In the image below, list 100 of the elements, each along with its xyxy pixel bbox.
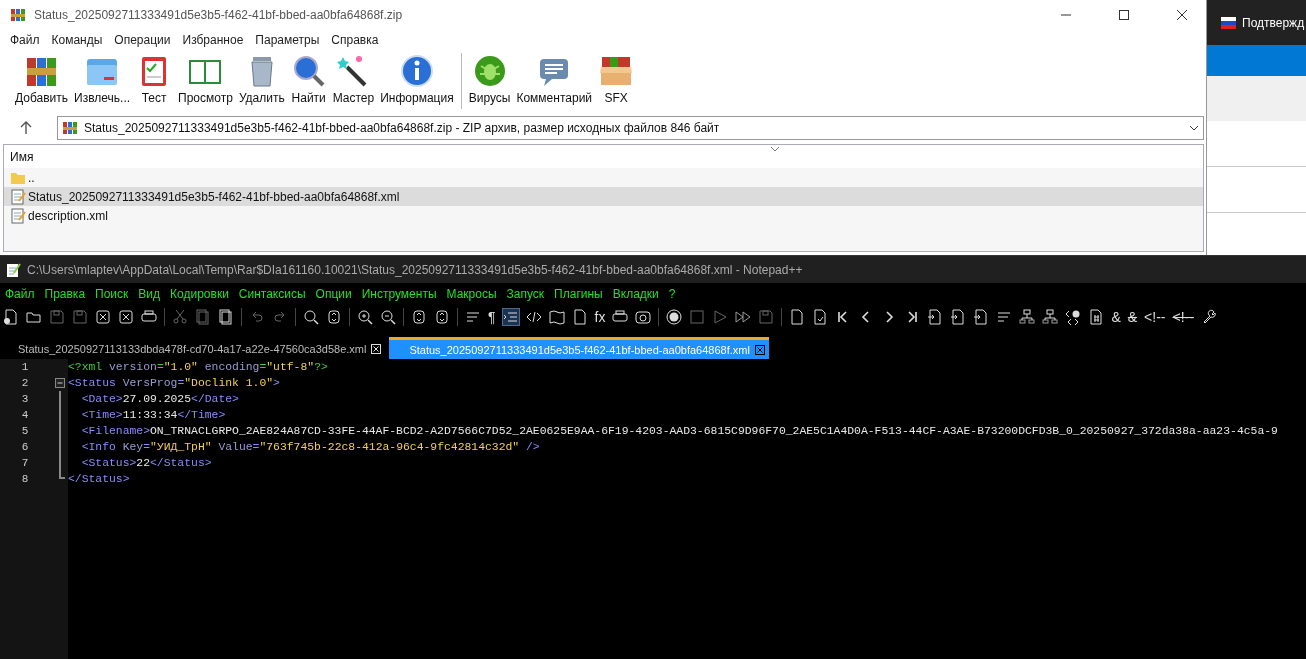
sort-chevron-icon	[770, 146, 780, 152]
menu-item[interactable]: Кодировки	[166, 287, 235, 301]
toolbar-button[interactable]: &	[1111, 309, 1121, 325]
up-arrow-icon[interactable]	[20, 121, 32, 135]
toolbar-button[interactable]: Комментарий	[513, 53, 596, 105]
menu-item[interactable]: Правка	[40, 287, 92, 301]
menu-item[interactable]: Запуск	[502, 287, 551, 301]
menu-item[interactable]: Поиск	[91, 287, 135, 301]
menu-item[interactable]: Избранное	[176, 33, 250, 47]
menu-item[interactable]: Справка	[325, 33, 385, 47]
line-number: 1	[20, 361, 30, 373]
tree-icon[interactable]	[1042, 309, 1059, 325]
close-icon[interactable]	[754, 344, 765, 355]
notepad-icon	[5, 261, 21, 278]
line-number: 6	[20, 441, 30, 453]
menu-item[interactable]: Опции	[311, 287, 358, 301]
monitor-icon[interactable]	[612, 309, 629, 325]
menu-item[interactable]: Операции	[108, 33, 177, 47]
archive-icon	[10, 7, 26, 23]
toolbar-button[interactable]: Информация	[377, 53, 457, 105]
zoom-in-icon[interactable]	[357, 309, 373, 325]
code-icon[interactable]	[525, 309, 542, 325]
paste-icon[interactable]	[218, 309, 234, 325]
zoom-out-icon[interactable]	[380, 309, 396, 325]
file-row[interactable]: Status_2025092711333491d5e3b5-f462-41bf-bbed-aa0bfa64868f.xml	[4, 187, 1203, 206]
open-folder-icon[interactable]	[26, 309, 42, 325]
doc-hash-icon[interactable]	[1088, 309, 1105, 325]
menu-item[interactable]: Макросы	[442, 287, 503, 301]
new-file-icon[interactable]	[3, 309, 19, 325]
code-line: <Info Key="УИД_ТрН" Value="763f745b-22c8-412a-96c4-9fc42814c32d" />	[80, 440, 540, 455]
toolbar-button[interactable]: Удалить	[235, 53, 288, 105]
menu-item[interactable]: Инструменты	[357, 287, 443, 301]
menu-item[interactable]: Параметры	[249, 33, 326, 47]
print-icon[interactable]	[141, 309, 157, 325]
line-number: 2	[20, 377, 30, 389]
code-line: <Filename>ON_TRNACLGRPO_2AE824A87CD-33FE-44AF-BCD2-A2D7566C7D52_2AE0625E9AA-6F19-4203-AAD3-6815C9D96F70_2AE5C1A4D0A-F513-44CF-A3AE-B73200DCFD3B_0_20250927_372da38a-aa23-4c5a-9	[80, 424, 1278, 439]
line-number: 8	[20, 473, 30, 485]
toolbar-button[interactable]: Добавить	[12, 53, 72, 105]
camera-icon[interactable]	[635, 309, 652, 325]
gear-code-icon[interactable]	[1065, 309, 1082, 325]
window-title: Status_2025092711333491d5e3b5-f462-41bf-bbed-aa0bfa64868f.zip	[34, 8, 403, 22]
toolbar-button[interactable]: Тест	[133, 53, 176, 105]
code-line: <Status>22</Status>	[80, 456, 212, 471]
toolbar-button[interactable]: <!--	[1172, 309, 1194, 325]
menu-item[interactable]: Файл	[4, 33, 46, 47]
document-pencil-icon	[10, 188, 26, 205]
close-all-icon[interactable]	[118, 309, 134, 325]
fold-minus-icon[interactable]	[55, 378, 65, 388]
import-icon[interactable]	[973, 309, 990, 325]
doc-icon[interactable]	[789, 309, 806, 325]
search-icon[interactable]	[303, 309, 319, 325]
menu-item[interactable]: Плагины	[550, 287, 609, 301]
toolbar-button[interactable]: Извлечь...	[71, 53, 134, 105]
menu-item[interactable]: Синтаксисы	[234, 287, 312, 301]
toolbar-button[interactable]: Найти	[287, 53, 330, 105]
import-icon[interactable]	[927, 309, 944, 325]
editor-tab[interactable]: Status_20250927113133dbda478f-cd70-4a17-a22e-47560ca3d58e.xml	[8, 339, 386, 359]
path-dropdown[interactable]: Status_2025092711333491d5e3b5-f462-41bf-bbed-aa0bfa64868f.zip - ZIP архив, размер исходных файлов 846 байт	[57, 116, 1204, 140]
toolbar-button[interactable]: Мастер	[329, 53, 378, 105]
code-line: </Status>	[68, 472, 130, 487]
list-icon[interactable]	[996, 309, 1013, 325]
documents-icon[interactable]	[571, 309, 588, 325]
replace-icon[interactable]	[326, 309, 342, 325]
toolbar-button[interactable]: Просмотр	[175, 53, 236, 105]
line-number: 7	[20, 457, 30, 469]
menu-item[interactable]: Вкладки	[608, 287, 665, 301]
menu-item[interactable]: ?	[664, 287, 682, 301]
app-label: Подтвержд	[1242, 15, 1305, 30]
menu-item[interactable]: Команды	[45, 33, 109, 47]
menu-item[interactable]: Файл	[1, 287, 41, 301]
file-row[interactable]: ..	[4, 168, 1203, 187]
archive-icon	[62, 120, 78, 136]
toolbar-button[interactable]: ¶	[488, 309, 496, 325]
toolbar-button[interactable]: &	[1127, 309, 1138, 325]
file-row[interactable]: description.xml	[4, 206, 1203, 225]
toolbar-button[interactable]: <!--	[1144, 309, 1166, 325]
tree-icon[interactable]	[1019, 309, 1036, 325]
sync-v-icon[interactable]	[411, 309, 427, 325]
wrap-icon[interactable]	[465, 309, 481, 325]
column-header[interactable]: Имя	[4, 149, 34, 164]
chevron-down-icon	[1189, 125, 1199, 131]
sync-h-icon[interactable]	[434, 309, 450, 325]
indent-guide-icon[interactable]	[502, 309, 519, 325]
code-line: <Date>27.09.2025</Date>	[80, 392, 239, 407]
cut-icon[interactable]	[172, 309, 188, 325]
fast-forward-icon[interactable]	[735, 309, 752, 325]
code-line: <?xml version="1.0" encoding="utf-8"?>	[68, 360, 328, 375]
toolbar-button[interactable]: SFX	[595, 53, 638, 105]
close-icon[interactable]	[1176, 9, 1188, 21]
toolbar-button[interactable]: fx	[594, 309, 606, 325]
fold-end-line	[59, 471, 65, 479]
map-icon[interactable]	[548, 309, 565, 325]
window-title: C:\Users\mlaptev\AppData\Local\Temp\Rar$DIa161160.10021\Status_2025092711333491d5e3b5-f462-41bf-bbed-aa0bfa64868f.xml - Notepad++	[27, 262, 803, 277]
toolbar-button[interactable]: Вирусы	[465, 53, 514, 105]
play-icon[interactable]	[712, 309, 729, 325]
record-icon[interactable]	[666, 309, 683, 325]
maximize-icon[interactable]	[1118, 9, 1130, 21]
menu-item[interactable]: Вид	[134, 287, 167, 301]
doc-check-icon[interactable]	[812, 309, 829, 325]
import-icon[interactable]	[950, 309, 967, 325]
